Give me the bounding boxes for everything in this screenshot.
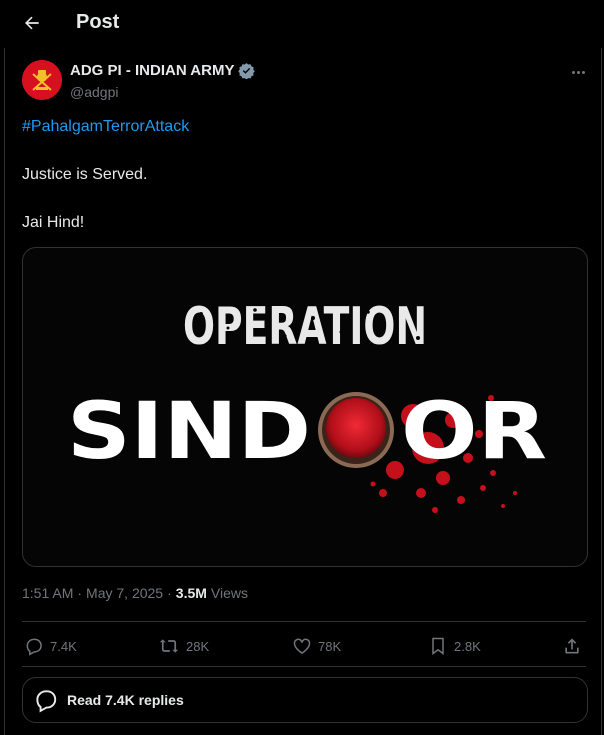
sindoor-word-left: SIND: [67, 387, 311, 477]
heart-icon: [293, 638, 311, 654]
author-row: ADG PI - INDIAN ARMY: [70, 62, 256, 79]
more-dot-icon: [576, 70, 580, 74]
page-title: Post: [76, 11, 120, 33]
views-count: 3.5M: [175, 585, 207, 601]
action-bar: 7.4K 28K 78K 2.8K: [22, 632, 586, 660]
more-dot-icon: [571, 70, 575, 74]
share-button[interactable]: [562, 632, 582, 660]
post-metadata: 1:51 AM · May 7, 2025 · 3.5M Views: [22, 585, 248, 601]
repost-button[interactable]: 28K: [158, 632, 209, 660]
bookmark-count: 2.8K: [454, 638, 481, 654]
author-handle[interactable]: @adgpi: [70, 84, 118, 100]
column-border-right: [601, 48, 602, 735]
post-text-line: Jai Hind!: [22, 214, 85, 231]
bookmark-icon: [432, 637, 444, 655]
reply-count: 7.4K: [50, 638, 77, 654]
like-count: 78K: [318, 638, 342, 654]
more-dot-icon: [581, 70, 585, 74]
replies-icon: [36, 690, 57, 713]
repost-icon: [159, 639, 179, 653]
back-button[interactable]: [18, 9, 46, 37]
repost-count: 28K: [186, 638, 210, 654]
operation-sindoor-graphic: OPERATION SIND OR: [67, 297, 547, 513]
sindoor-bowl: [318, 392, 394, 468]
reply-icon: [26, 638, 42, 656]
top-bar: Post: [0, 0, 604, 46]
more-options-button[interactable]: [566, 62, 590, 82]
operation-word: OPERATION: [183, 297, 427, 357]
post-image[interactable]: OPERATION SIND OR: [22, 247, 588, 567]
sindoor-word-right: OR: [401, 387, 547, 477]
like-button[interactable]: 78K: [292, 632, 341, 660]
author-name[interactable]: ADG PI - INDIAN ARMY: [70, 62, 234, 79]
verified-badge-icon: [238, 63, 256, 79]
post-text-line: Justice is Served.: [22, 166, 148, 183]
avatar[interactable]: [22, 60, 62, 100]
separator: ·: [167, 585, 172, 601]
read-replies-label: Read 7.4K replies: [67, 692, 184, 708]
post-date[interactable]: May 7, 2025: [86, 585, 163, 601]
separator: ·: [77, 585, 83, 601]
column-border-left: [4, 48, 5, 735]
post-time[interactable]: 1:51 AM: [22, 585, 73, 601]
hashtag-link[interactable]: #PahalgamTerrorAttack: [22, 118, 189, 136]
back-arrow-icon: [25, 16, 39, 30]
army-emblem-icon: [22, 60, 62, 100]
bookmark-button[interactable]: 2.8K: [428, 632, 481, 660]
share-icon: [565, 638, 579, 654]
reply-button[interactable]: 7.4K: [24, 632, 77, 660]
read-replies-button[interactable]: Read 7.4K replies: [22, 677, 588, 723]
views-label: Views: [210, 585, 248, 601]
divider: [22, 666, 586, 667]
divider: [22, 621, 586, 622]
